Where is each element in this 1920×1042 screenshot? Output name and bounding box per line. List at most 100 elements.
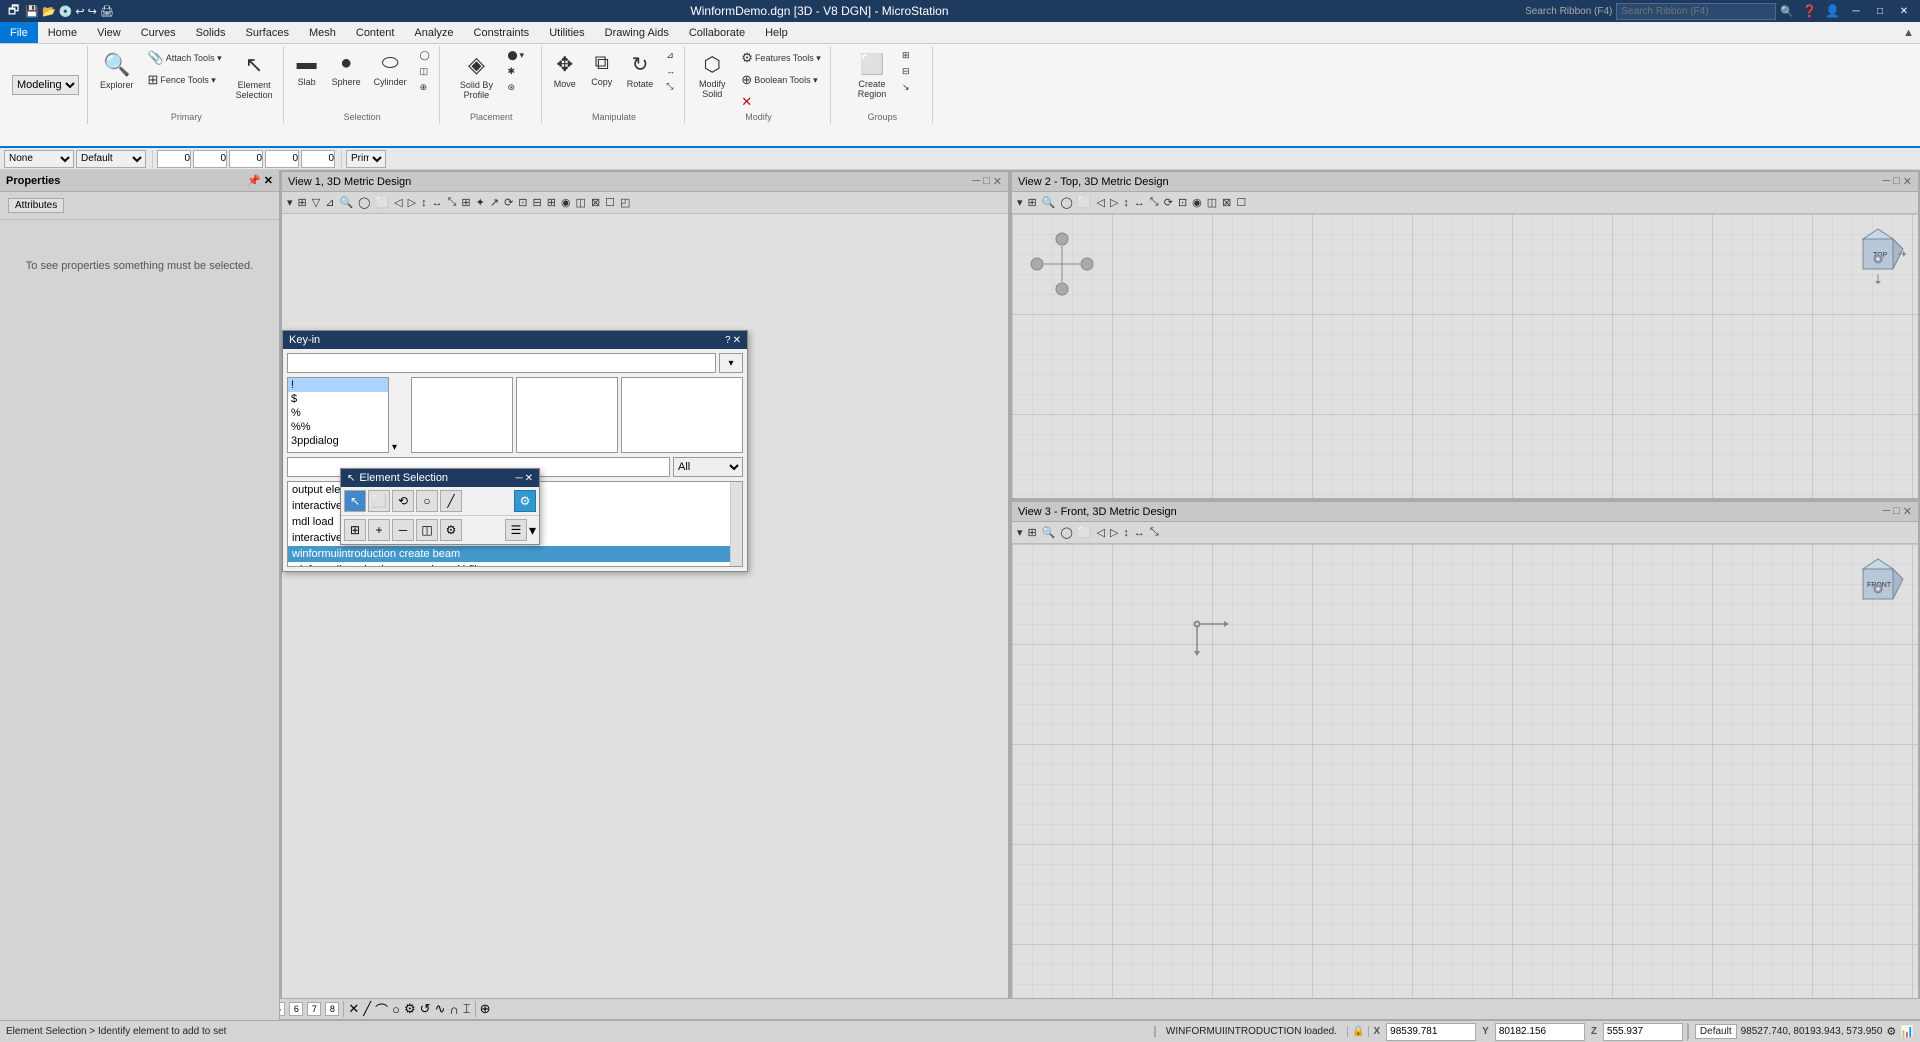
vt1-tool8[interactable]: ◁	[392, 195, 404, 210]
place-btn3[interactable]: ⊛	[502, 80, 529, 95]
vt1-tool11[interactable]: ↔	[430, 196, 445, 210]
menu-analyze[interactable]: Analyze	[404, 22, 463, 43]
manip-btn2[interactable]: ↔	[661, 64, 680, 78]
status-icon1[interactable]: ⚙	[1886, 1025, 1896, 1038]
delete-btn[interactable]: ✕	[736, 92, 826, 112]
menu-constraints[interactable]: Constraints	[464, 22, 540, 43]
bt-draw4[interactable]: ○	[392, 1002, 400, 1017]
menu-solids[interactable]: Solids	[186, 22, 236, 43]
es-all-btn[interactable]: ⊞	[344, 519, 366, 541]
keyin-filter-select[interactable]: All	[673, 457, 743, 477]
keyin-input[interactable]	[287, 353, 716, 373]
view2-nav-cube[interactable]: TOP	[1848, 224, 1908, 284]
cylinder-button[interactable]: ⬭ Cylinder	[369, 48, 412, 91]
help-icon[interactable]: ❓	[1802, 4, 1817, 18]
keyin-result-5[interactable]: winformuiintroduction create beam	[288, 546, 742, 562]
element-selection-button[interactable]: ↖ ElementSelection	[230, 48, 279, 104]
keyin-titlebar[interactable]: Key-in ? ✕	[283, 331, 747, 349]
vt1-tool6[interactable]: ◯	[356, 195, 372, 210]
es-dropdown-btn[interactable]: ▾	[529, 522, 536, 539]
vt3-tool7[interactable]: ▷	[1108, 525, 1120, 540]
keyin-list1-scroll[interactable]: ▾	[392, 442, 408, 453]
rotate-button[interactable]: ↻ Rotate	[622, 48, 659, 93]
qa-undo[interactable]: ↩	[75, 5, 84, 18]
menu-file[interactable]: File	[0, 22, 38, 43]
es-add-btn[interactable]: +	[368, 519, 390, 541]
bt-draw9[interactable]: ⌶	[463, 1001, 471, 1017]
manip-btn3[interactable]: ⤡	[661, 79, 680, 94]
status-z-input[interactable]	[1603, 1023, 1683, 1041]
minimize-button[interactable]: ─	[1848, 3, 1864, 19]
menu-drawing-aids[interactable]: Drawing Aids	[595, 22, 679, 43]
keyin-list2[interactable]	[411, 377, 513, 453]
view2-canvas[interactable]: TOP	[1012, 214, 1918, 498]
vt3-tool10[interactable]: ⤡	[1148, 525, 1161, 540]
qa-save[interactable]: 💿	[59, 5, 73, 18]
properties-close-icon[interactable]: ✕	[264, 174, 273, 187]
es-settings-btn[interactable]: ⚙	[514, 490, 536, 512]
vt2-tool13[interactable]: ◉	[1190, 195, 1204, 210]
groups-expand[interactable]: ↘	[897, 80, 915, 95]
maximize-button[interactable]: □	[1872, 3, 1888, 19]
vt1-tool16[interactable]: ⟳	[502, 195, 515, 210]
menu-view[interactable]: View	[87, 22, 131, 43]
menu-mesh[interactable]: Mesh	[299, 22, 346, 43]
menu-surfaces[interactable]: Surfaces	[236, 22, 299, 43]
more-selection-btn3[interactable]: ⊕	[415, 80, 435, 95]
keyin-help-btn[interactable]: ?	[725, 335, 731, 346]
es-titlebar[interactable]: ↖ Element Selection ─ ✕	[341, 469, 539, 487]
vt1-tool21[interactable]: ◫	[574, 195, 588, 210]
vt3-tool2[interactable]: ⊞	[1026, 525, 1039, 540]
properties-pin-icon[interactable]: 📌	[247, 174, 261, 187]
keyin-dropdown-btn[interactable]: ▾	[719, 353, 743, 373]
vt2-tool15[interactable]: ⊠	[1220, 195, 1233, 210]
page-8[interactable]: 8	[325, 1002, 339, 1016]
vt1-tool22[interactable]: ⊠	[589, 195, 602, 210]
es-lasso-btn[interactable]: ⟲	[392, 490, 414, 512]
view1-close-btn[interactable]: ✕	[993, 175, 1002, 188]
view3-max-btn[interactable]: □	[1893, 505, 1900, 518]
vt2-tool3[interactable]: 🔍	[1040, 195, 1058, 210]
qa-open[interactable]: 📂	[42, 5, 56, 18]
vt1-tool4[interactable]: ⊿	[323, 195, 336, 210]
vt1-tool24[interactable]: ◰	[618, 195, 632, 210]
keyin-item-pct[interactable]: %	[288, 406, 388, 420]
page-6[interactable]: 6	[289, 1002, 303, 1016]
vt1-tool5[interactable]: 🔍	[337, 195, 355, 210]
menu-home[interactable]: Home	[38, 22, 87, 43]
keyin-list1[interactable]: ! $ % %% 3ppdialog	[287, 377, 389, 453]
es-line-btn[interactable]: ╱	[440, 490, 462, 512]
vt2-tool5[interactable]: ⬜	[1076, 195, 1094, 210]
coord5-input[interactable]	[301, 150, 335, 168]
menu-utilities[interactable]: Utilities	[539, 22, 594, 43]
keyin-item-dblpct[interactable]: %%	[288, 420, 388, 434]
vt3-tool9[interactable]: ↔	[1132, 526, 1147, 540]
vt2-tool10[interactable]: ⤡	[1148, 195, 1161, 210]
search-icon[interactable]: 🔍	[1780, 5, 1794, 18]
prim-select[interactable]: Prim	[346, 150, 386, 168]
es-invert-btn[interactable]: ◫	[416, 519, 438, 541]
vt1-tool1[interactable]: ▾	[285, 195, 295, 210]
status-icon2[interactable]: 📊	[1900, 1025, 1914, 1038]
vt1-tool12[interactable]: ⤡	[446, 195, 459, 210]
vt1-tool9[interactable]: ▷	[406, 195, 418, 210]
active-color-select[interactable]: Default	[76, 150, 146, 168]
bt-draw3[interactable]: ⌒	[375, 1000, 388, 1019]
vt1-tool17[interactable]: ⊡	[516, 195, 529, 210]
view2-min-btn[interactable]: ─	[1882, 175, 1890, 188]
status-x-input[interactable]	[1386, 1023, 1476, 1041]
boolean-tools-button[interactable]: ⊕ Boolean Tools ▾	[736, 70, 826, 90]
fence-tools-button[interactable]: ⊞ Fence Tools ▾	[143, 70, 227, 90]
menu-content[interactable]: Content	[346, 22, 405, 43]
bt-draw8[interactable]: ∩	[449, 1002, 458, 1017]
bt-draw6[interactable]: ↺	[420, 1001, 431, 1017]
page-7[interactable]: 7	[307, 1002, 321, 1016]
vt1-tool19[interactable]: ⊞	[545, 195, 558, 210]
keyin-item-excl[interactable]: !	[288, 378, 388, 392]
coord2-input[interactable]	[193, 150, 227, 168]
ribbon-collapse-btn[interactable]: ▲	[1897, 27, 1920, 39]
keyin-results-scrollbar[interactable]	[730, 482, 742, 566]
bt-snap1[interactable]: ⊕	[480, 1001, 491, 1017]
status-y-input[interactable]	[1495, 1023, 1585, 1041]
move-button[interactable]: ✥ Move	[548, 48, 582, 93]
